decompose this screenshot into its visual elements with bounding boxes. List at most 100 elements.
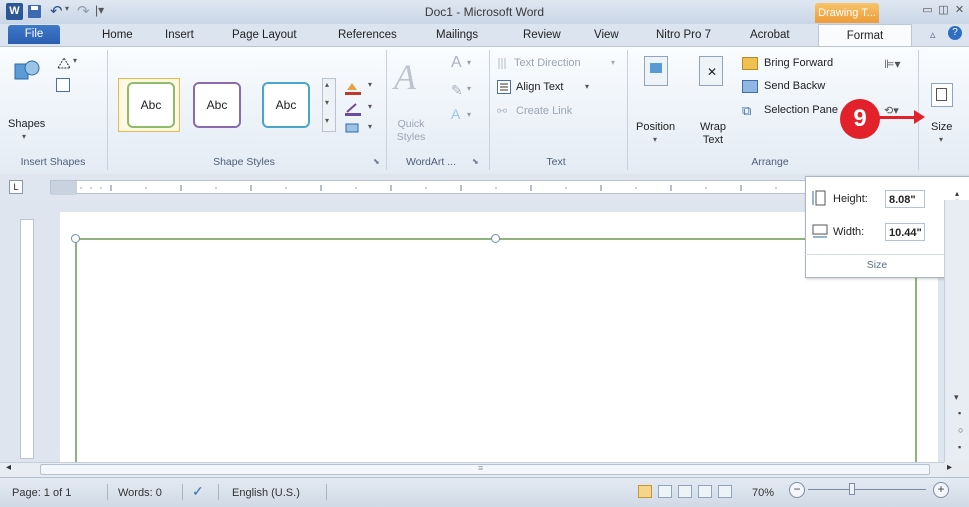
text-box-icon[interactable] <box>56 78 70 92</box>
edit-shape-icon[interactable] <box>56 56 72 70</box>
page-count[interactable]: Page: 1 of 1 <box>12 487 71 499</box>
draft-view-icon[interactable] <box>718 485 732 498</box>
gallery-up-icon[interactable]: ▴ <box>325 80 329 89</box>
edit-shape-dropdown-icon[interactable]: ▾ <box>73 56 77 65</box>
selection-pane-button[interactable]: Selection Pane <box>764 104 838 116</box>
tab-references[interactable]: References <box>338 26 397 45</box>
word-count[interactable]: Words: 0 <box>118 487 162 499</box>
close-icon[interactable]: ✕ <box>953 4 966 17</box>
size-icon[interactable] <box>931 83 953 107</box>
text-direction-icon[interactable] <box>497 57 510 70</box>
align-text-button[interactable]: Align Text <box>516 81 564 93</box>
shape-style-green[interactable]: Abc <box>127 82 175 128</box>
width-field[interactable]: 10.44" <box>885 223 925 241</box>
zoom-out-icon[interactable]: − <box>789 482 805 498</box>
shape-styles-launcher-icon[interactable]: ⬊ <box>373 157 380 166</box>
shapes-dropdown-icon[interactable]: ▾ <box>22 132 26 141</box>
tab-view[interactable]: View <box>594 26 619 45</box>
horizontal-ruler[interactable] <box>50 180 810 195</box>
shapes-button[interactable]: Shapes <box>8 118 45 130</box>
tab-page-layout[interactable]: Page Layout <box>232 26 297 45</box>
minimize-icon[interactable]: ▭ <box>921 4 934 17</box>
align-text-dropdown-icon[interactable]: ▾ <box>585 82 589 91</box>
language-indicator[interactable]: English (U.S.) <box>232 487 300 499</box>
proofing-icon[interactable]: ✓ <box>192 483 204 500</box>
shape-effects-dropdown-icon[interactable]: ▾ <box>368 122 372 131</box>
gallery-more-icon[interactable]: ▾ <box>325 116 329 125</box>
next-page-icon[interactable]: ▪ <box>958 442 961 452</box>
shape-styles-group-label: Shape Styles <box>213 156 275 168</box>
minimize-ribbon-icon[interactable]: ▵ <box>930 28 936 41</box>
text-outline-icon[interactable]: ✎ <box>451 82 463 99</box>
wordart-launcher-icon[interactable]: ⬊ <box>472 157 479 166</box>
selected-shape[interactable] <box>75 238 917 468</box>
full-screen-reading-view-icon[interactable] <box>658 485 672 498</box>
vertical-ruler[interactable] <box>20 219 34 459</box>
send-backward-button[interactable]: Send Backw <box>764 80 825 92</box>
shape-fill-icon[interactable] <box>344 80 362 96</box>
zoom-slider-thumb[interactable] <box>849 483 855 495</box>
position-button[interactable]: Position <box>636 121 675 133</box>
tab-format[interactable]: Format <box>818 24 912 46</box>
text-effects-dropdown-icon[interactable]: ▾ <box>467 110 471 119</box>
tab-acrobat[interactable]: Acrobat <box>750 26 790 45</box>
selection-pane-icon[interactable]: ⧉ <box>742 103 751 119</box>
tab-review[interactable]: Review <box>523 26 561 45</box>
bring-forward-button[interactable]: Bring Forward <box>764 57 833 69</box>
horizontal-scroll-thumb[interactable] <box>40 464 930 475</box>
tab-nitro-pro[interactable]: Nitro Pro 7 <box>656 26 711 45</box>
outline-view-icon[interactable] <box>698 485 712 498</box>
zoom-level[interactable]: 70% <box>752 487 774 499</box>
tab-mailings[interactable]: Mailings <box>436 26 478 45</box>
quick-styles-button[interactable]: Quick Styles <box>392 118 430 144</box>
align-text-icon[interactable] <box>497 80 511 94</box>
shape-effects-icon[interactable] <box>344 122 362 134</box>
create-link-icon[interactable]: ⚯ <box>497 104 507 118</box>
wordart-style-icon[interactable]: A <box>394 56 416 98</box>
help-icon[interactable]: ? <box>948 26 962 40</box>
shape-style-blue[interactable]: Abc <box>262 82 310 128</box>
scroll-left-icon[interactable]: ◂ <box>6 462 11 473</box>
shape-handle-top-left[interactable] <box>71 234 80 243</box>
word-window: W ↶ ▾ ↷ |▾ Doc1 - Microsoft Word Drawing… <box>0 0 969 507</box>
text-direction-button[interactable]: Text Direction <box>514 57 581 69</box>
text-outline-dropdown-icon[interactable]: ▾ <box>467 84 471 93</box>
tab-insert[interactable]: Insert <box>165 26 194 45</box>
align-objects-icon[interactable]: ⊫▾ <box>884 57 900 71</box>
tab-file[interactable]: File <box>8 25 60 44</box>
size-button[interactable]: Size <box>931 121 952 133</box>
text-fill-icon[interactable]: A <box>451 54 462 72</box>
wrap-text-button[interactable]: Wrap Text <box>697 121 729 147</box>
arrange-group-label: Arrange <box>751 156 789 168</box>
size-dropdown-icon[interactable]: ▾ <box>939 135 943 144</box>
position-dropdown-icon[interactable]: ▾ <box>653 135 657 144</box>
tab-selector-icon[interactable]: L <box>9 180 23 194</box>
bring-forward-icon[interactable] <box>742 57 758 70</box>
gallery-down-icon[interactable]: ▾ <box>325 98 329 107</box>
scroll-right-icon[interactable]: ▸ <box>947 462 952 473</box>
text-fill-dropdown-icon[interactable]: ▾ <box>467 58 471 67</box>
text-effects-icon[interactable]: A <box>451 106 460 122</box>
previous-page-icon[interactable]: ▪ <box>958 408 961 418</box>
select-browse-object-icon[interactable]: ○ <box>958 425 963 435</box>
height-field[interactable]: 8.08" <box>885 190 925 208</box>
shapes-icon[interactable] <box>14 58 40 86</box>
shape-outline-icon[interactable] <box>344 102 362 116</box>
tab-home[interactable]: Home <box>102 26 133 45</box>
create-link-button[interactable]: Create Link <box>516 105 572 117</box>
shape-outline-dropdown-icon[interactable]: ▾ <box>368 102 372 111</box>
position-icon[interactable] <box>644 56 668 86</box>
send-backward-icon[interactable] <box>742 80 758 93</box>
wrap-text-icon[interactable]: ✕ <box>699 56 723 86</box>
zoom-in-icon[interactable]: + <box>933 482 949 498</box>
shape-fill-dropdown-icon[interactable]: ▾ <box>368 80 372 89</box>
scroll-down-icon[interactable]: ▾ <box>954 392 959 403</box>
shape-handle-top-center[interactable] <box>491 234 500 243</box>
web-layout-view-icon[interactable] <box>678 485 692 498</box>
zoom-slider-track[interactable] <box>808 489 926 490</box>
vertical-scrollbar[interactable] <box>944 200 969 462</box>
shape-style-purple[interactable]: Abc <box>193 82 241 128</box>
print-layout-view-icon[interactable] <box>638 485 652 498</box>
text-direction-dropdown-icon[interactable]: ▾ <box>611 58 615 67</box>
restore-icon[interactable]: ◫ <box>937 4 950 17</box>
